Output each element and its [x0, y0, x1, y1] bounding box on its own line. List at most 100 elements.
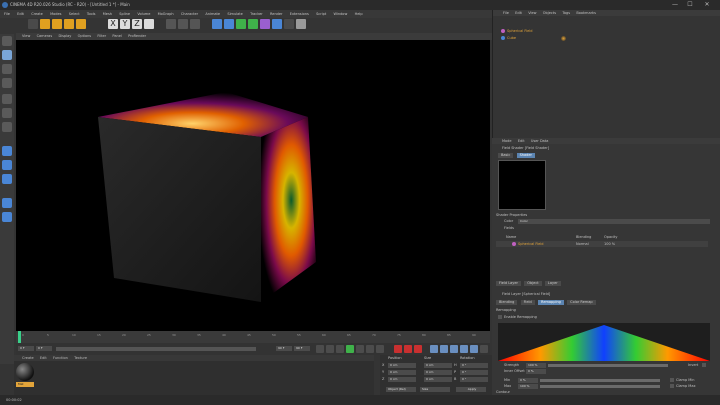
max-slider[interactable]	[540, 385, 660, 388]
apply-button[interactable]: Apply	[456, 387, 486, 392]
menu-file[interactable]: File	[4, 10, 10, 18]
viewport-menu-display[interactable]: Display	[58, 33, 71, 40]
min-field[interactable]: 0 %	[518, 378, 538, 383]
scale-key-icon[interactable]	[440, 345, 448, 353]
frame-end-field[interactable]: 90 F	[276, 346, 292, 351]
autokey-icon[interactable]	[404, 345, 412, 353]
tab-blending[interactable]: Blending	[496, 300, 518, 305]
rotation-b-field[interactable]: 0 °	[460, 377, 488, 382]
camera-icon[interactable]	[284, 19, 294, 29]
texture-mode-icon[interactable]	[2, 64, 12, 74]
menu-volume[interactable]: Volume	[137, 10, 150, 18]
z-axis-icon[interactable]: Z	[132, 19, 142, 29]
next-frame-icon[interactable]	[356, 345, 364, 353]
workplane-icon[interactable]	[2, 78, 12, 88]
invert-checkbox[interactable]	[702, 363, 706, 367]
object-row-spherical-field[interactable]: Spherical Field	[501, 28, 532, 34]
om-menu-bookmarks[interactable]: Bookmarks	[576, 10, 596, 16]
menu-tools[interactable]: Tools	[87, 10, 96, 18]
points-mode-icon[interactable]	[2, 94, 12, 104]
field-opacity[interactable]: 100 %	[604, 241, 615, 247]
strength-field[interactable]: 100 %	[526, 363, 546, 368]
om-menu-file[interactable]: File	[503, 10, 509, 16]
position-key-icon[interactable]	[430, 345, 438, 353]
am-menu-edit[interactable]: Edit	[518, 138, 525, 144]
field-list-row[interactable]: Spherical Field Normal 100 %	[496, 241, 708, 247]
coordinate-system-icon[interactable]	[144, 19, 154, 29]
subdivision-icon[interactable]	[236, 19, 246, 29]
render-settings-icon[interactable]	[190, 19, 200, 29]
material-tag-icon[interactable]	[561, 36, 566, 41]
om-menu-view[interactable]: View	[528, 10, 536, 16]
menu-window[interactable]: Window	[334, 10, 348, 18]
pen-spline-icon[interactable]	[224, 19, 234, 29]
recent-tools-icon[interactable]	[76, 19, 86, 29]
size-z-field[interactable]: 0 cm	[424, 377, 452, 382]
menu-edit[interactable]: Edit	[17, 10, 24, 18]
position-y-field[interactable]: 0 cm	[388, 370, 416, 375]
size-y-field[interactable]: 0 cm	[424, 370, 452, 375]
close-button[interactable]: ✕	[702, 1, 712, 9]
om-menu-objects[interactable]: Objects	[543, 10, 556, 16]
tab-field[interactable]: Field	[520, 300, 535, 305]
go-to-start-icon[interactable]	[316, 345, 324, 353]
render-view-icon[interactable]	[166, 19, 176, 29]
menu-spline[interactable]: Spline	[119, 10, 130, 18]
menu-character[interactable]: Character	[181, 10, 198, 18]
material-menu-create[interactable]: Create	[22, 355, 34, 361]
field-blend[interactable]: Normal	[576, 241, 589, 247]
maximize-button[interactable]: ☐	[685, 1, 695, 9]
frame-end2-field[interactable]: 90 F	[294, 346, 310, 351]
strength-slider[interactable]	[548, 364, 668, 367]
tab-shader[interactable]: Shader	[516, 153, 535, 158]
om-menu-edit[interactable]: Edit	[515, 10, 522, 16]
size-mode-dropdown[interactable]: Size	[420, 387, 450, 392]
tab-object[interactable]: Object	[524, 281, 542, 286]
edges-mode-icon[interactable]	[2, 108, 12, 118]
viewport-menu-panel[interactable]: Panel	[112, 33, 121, 40]
tab-basic[interactable]: Basic	[498, 153, 514, 158]
material-menu-texture[interactable]: Texture	[74, 355, 87, 361]
frame-current-field[interactable]: 0 F	[18, 346, 34, 351]
menu-select[interactable]: Select	[69, 10, 80, 18]
material-name[interactable]: Mat	[16, 382, 34, 387]
position-x-field[interactable]: 0 cm	[388, 363, 416, 368]
make-editable-icon[interactable]	[2, 36, 12, 46]
tab-field-layer[interactable]: Field Layer	[496, 281, 521, 286]
am-menu-mode[interactable]: Mode	[502, 138, 512, 144]
material-thumbnail[interactable]	[16, 363, 34, 381]
polygons-mode-icon[interactable]	[2, 122, 12, 132]
go-to-end-icon[interactable]	[376, 345, 384, 353]
clamp-min-checkbox[interactable]	[670, 378, 674, 382]
light-icon[interactable]	[296, 19, 306, 29]
rotation-p-field[interactable]: 0 °	[460, 370, 488, 375]
array-icon[interactable]	[248, 19, 258, 29]
play-icon[interactable]	[346, 345, 354, 353]
frame-range-slider[interactable]	[56, 347, 256, 351]
rotation-key-icon[interactable]	[450, 345, 458, 353]
cube-primitive-icon[interactable]	[212, 19, 222, 29]
menu-mesh[interactable]: Mesh	[103, 10, 112, 18]
next-key-icon[interactable]	[366, 345, 374, 353]
tab-layer[interactable]: Layer	[544, 281, 561, 286]
material-menu-edit[interactable]: Edit	[40, 355, 47, 361]
coord-mode-dropdown[interactable]: Object (Rel)	[386, 387, 416, 392]
record-keys-icon[interactable]	[394, 345, 402, 353]
viewport-menu-view[interactable]: View	[22, 33, 30, 40]
color-dropdown[interactable]: Color	[518, 219, 710, 224]
menu-simulate[interactable]: Simulate	[227, 10, 242, 18]
frame-start-field[interactable]: 0 F	[36, 346, 52, 351]
prev-key-icon[interactable]	[326, 345, 334, 353]
menu-tracker[interactable]: Tracker	[250, 10, 263, 18]
menu-render[interactable]: Render	[270, 10, 282, 18]
tab-remapping[interactable]: Remapping	[538, 300, 564, 305]
menu-extensions[interactable]: Extensions	[290, 10, 309, 18]
x-axis-icon[interactable]: X	[108, 19, 118, 29]
position-z-field[interactable]: 0 cm	[388, 377, 416, 382]
y-axis-icon[interactable]: Y	[120, 19, 130, 29]
minimize-button[interactable]: —	[670, 1, 680, 9]
enable-axis-icon[interactable]	[2, 146, 12, 156]
om-menu-tags[interactable]: Tags	[562, 10, 570, 16]
locked-workplane-icon[interactable]	[2, 198, 12, 208]
planar-workplane-icon[interactable]	[2, 212, 12, 222]
